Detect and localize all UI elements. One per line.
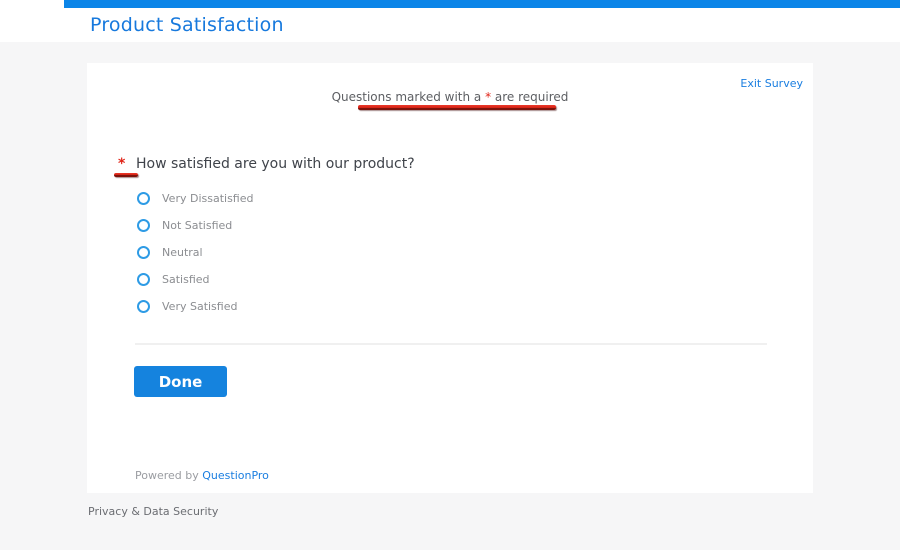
progress-bar-track: [0, 0, 900, 8]
radio-option-satisfied[interactable]: Satisfied: [137, 266, 253, 293]
radio-option-not-satisfied[interactable]: Not Satisfied: [137, 212, 253, 239]
radio-button-icon[interactable]: [137, 273, 150, 286]
app-header: Product Satisfaction: [0, 8, 900, 42]
radio-option-very-dissatisfied[interactable]: Very Dissatisfied: [137, 185, 253, 212]
radio-option-neutral[interactable]: Neutral: [137, 239, 253, 266]
radio-option-very-satisfied[interactable]: Very Satisfied: [137, 293, 253, 320]
required-note-prefix: Questions marked with a: [331, 90, 486, 104]
radio-button-icon[interactable]: [137, 300, 150, 313]
radio-label[interactable]: Not Satisfied: [162, 219, 232, 232]
required-note: Questions marked with a * are required: [87, 90, 813, 104]
question-required-marker: *: [118, 156, 126, 172]
section-divider: [135, 343, 767, 345]
radio-label[interactable]: Very Dissatisfied: [162, 192, 253, 205]
question-marker-underline-annotation: [114, 173, 138, 177]
question-row: * How satisfied are you with our product…: [118, 156, 415, 172]
exit-survey-link[interactable]: Exit Survey: [740, 77, 803, 90]
radio-button-icon[interactable]: [137, 219, 150, 232]
main-area: Exit Survey Questions marked with a * ar…: [0, 42, 900, 550]
radio-label[interactable]: Neutral: [162, 246, 203, 259]
progress-bar-fill: [64, 0, 900, 8]
page-title: Product Satisfaction: [90, 14, 284, 36]
powered-by-prefix: Powered by: [135, 469, 203, 482]
required-note-suffix: are required: [491, 90, 569, 104]
survey-card: Exit Survey Questions marked with a * ar…: [87, 63, 813, 493]
question-text: How satisfied are you with our product?: [136, 156, 415, 172]
powered-by-text: Powered by QuestionPro: [135, 469, 269, 482]
radio-label[interactable]: Very Satisfied: [162, 300, 237, 313]
required-note-underline-annotation: [358, 105, 556, 110]
radio-button-icon[interactable]: [137, 192, 150, 205]
options-list: Very Dissatisfied Not Satisfied Neutral …: [137, 185, 253, 320]
questionpro-link[interactable]: QuestionPro: [202, 469, 269, 482]
privacy-data-security-link[interactable]: Privacy & Data Security: [88, 505, 218, 518]
radio-button-icon[interactable]: [137, 246, 150, 259]
survey-page: Product Satisfaction Exit Survey Questio…: [0, 0, 900, 550]
done-button[interactable]: Done: [134, 366, 227, 397]
radio-label[interactable]: Satisfied: [162, 273, 210, 286]
